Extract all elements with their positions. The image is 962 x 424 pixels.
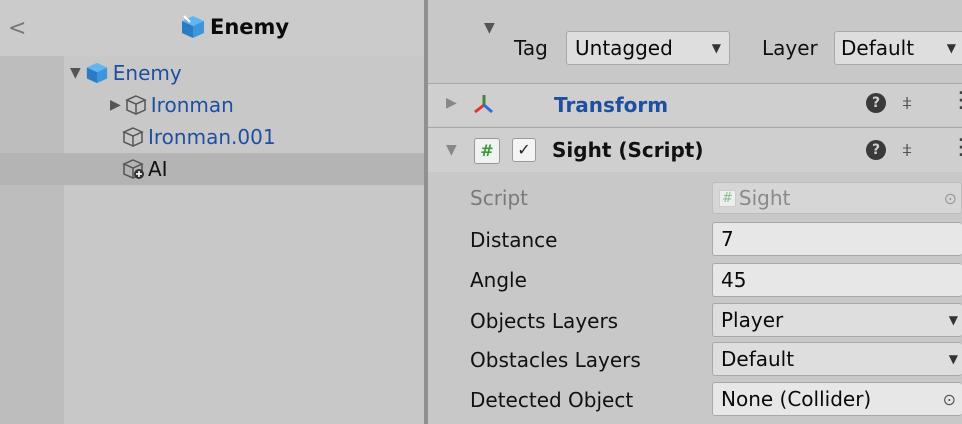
obstacles-layers-label: Obstacles Layers — [470, 348, 641, 372]
object-picker-icon[interactable]: ⊙ — [943, 390, 956, 409]
angle-input[interactable]: 45 — [712, 263, 962, 297]
expand-arrow-icon[interactable]: ▶ — [110, 97, 121, 113]
hierarchy-item-ironman[interactable]: ▶ Ironman — [110, 90, 424, 120]
distance-label: Distance — [470, 228, 558, 252]
expand-arrow-icon[interactable]: ▼ — [446, 142, 457, 158]
settings-sliders-icon[interactable]: ⧧ — [902, 137, 912, 161]
hierarchy-item-ironman-001[interactable]: Ironman.001 — [122, 122, 424, 152]
sight-title: Sight (Script) — [552, 138, 704, 162]
objects-layers-dropdown[interactable]: Player ▼ — [712, 303, 962, 337]
dropdown-arrow-icon: ▼ — [946, 41, 956, 55]
tag-dropdown[interactable]: Untagged ▼ — [566, 31, 730, 65]
hierarchy-item-label: Ironman.001 — [148, 125, 276, 149]
object-picker-icon: ⊙ — [943, 188, 957, 208]
obstacles-layers-dropdown[interactable]: Default ▼ — [712, 342, 962, 376]
hierarchy-item-label: Enemy — [112, 61, 182, 85]
dropdown-arrow-icon: ▼ — [948, 313, 958, 327]
gameobject-icon — [122, 127, 144, 147]
hierarchy-item-label: AI — [148, 157, 168, 181]
component-enabled-checkbox[interactable]: ✓ — [512, 138, 536, 162]
script-field: # Sight ⊙ — [712, 182, 962, 214]
angle-label: Angle — [470, 268, 527, 292]
script-hash-icon: # — [719, 189, 736, 207]
transform-title: Transform — [554, 93, 669, 117]
prefab-title: Enemy — [210, 15, 290, 39]
layer-value: Default — [841, 36, 915, 60]
detected-object-field[interactable]: None (Collider) ⊙ — [712, 382, 962, 416]
layer-dropdown[interactable]: Default ▼ — [834, 31, 962, 65]
script-label: Script — [470, 186, 529, 210]
layer-label: Layer — [762, 36, 818, 60]
more-options-icon[interactable]: ⋮ — [950, 135, 962, 160]
tag-value: Untagged — [575, 36, 673, 60]
settings-sliders-icon[interactable]: ⧧ — [902, 90, 912, 114]
gameobject-add-icon — [122, 159, 144, 179]
prefab-icon — [86, 62, 107, 84]
header-dropdown-icon[interactable]: ▼ — [484, 20, 495, 36]
more-options-icon[interactable]: ⋮ — [950, 88, 962, 113]
help-icon[interactable]: ? — [866, 140, 886, 160]
prefab-icon — [182, 15, 204, 38]
transform-icon — [474, 95, 493, 114]
distance-input[interactable]: 7 — [712, 222, 962, 256]
collapse-arrow-icon[interactable]: ▶ — [446, 95, 457, 111]
dropdown-arrow-icon: ▼ — [711, 41, 721, 55]
script-value: Sight — [738, 186, 791, 210]
obstacles-layers-value: Default — [721, 347, 795, 371]
tag-label: Tag — [514, 36, 548, 60]
script-hash-icon: # — [474, 138, 500, 164]
angle-value: 45 — [721, 268, 747, 292]
detected-object-value: None (Collider) — [721, 387, 872, 411]
hierarchy-item-ai[interactable]: AI — [122, 154, 424, 184]
dropdown-arrow-icon: ▼ — [948, 352, 958, 366]
back-button[interactable]: < — [8, 16, 26, 41]
prefab-header: Enemy — [180, 14, 289, 40]
detected-object-label: Detected Object — [470, 388, 634, 412]
distance-value: 7 — [721, 227, 734, 251]
hierarchy-item-enemy[interactable]: ▼ Enemy — [70, 58, 424, 88]
objects-layers-label: Objects Layers — [470, 309, 619, 333]
gameobject-icon — [124, 95, 147, 115]
expand-arrow-icon[interactable]: ▼ — [70, 65, 81, 81]
hierarchy-item-label: Ironman — [150, 93, 234, 117]
help-icon[interactable]: ? — [866, 93, 886, 113]
hierarchy-gutter — [0, 56, 64, 424]
objects-layers-value: Player — [721, 308, 784, 332]
